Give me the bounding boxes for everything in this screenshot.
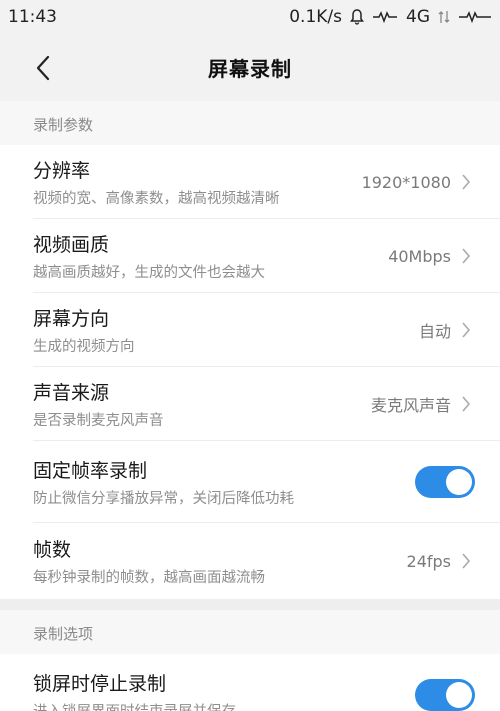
toggle-knob — [446, 469, 472, 495]
chevron-right-icon — [461, 394, 475, 414]
setting-row-screen-orientation[interactable]: 屏幕方向 生成的视频方向 自动 — [0, 293, 500, 367]
chevron-right-icon — [461, 551, 475, 571]
chevron-right-icon — [461, 320, 475, 340]
section-header-record-options: 录制选项 — [0, 610, 500, 654]
setting-row-fixed-frame-rate: 固定帧率录制 防止微信分享播放异常，关闭后降低功耗 — [0, 441, 500, 523]
setting-row-frame-count[interactable]: 帧数 每秒钟录制的帧数，越高画面越流畅 24fps — [0, 523, 500, 599]
fixed-frame-rate-toggle[interactable] — [415, 466, 475, 498]
data-transfer-icon — [438, 9, 450, 25]
network-speed: 0.1K/s — [289, 6, 342, 27]
setting-subtitle: 每秒钟录制的帧数，越高画面越流畅 — [33, 570, 265, 586]
stop-on-lock-toggle[interactable] — [415, 679, 475, 711]
back-button[interactable] — [28, 53, 58, 83]
toggle-knob — [446, 682, 472, 708]
chevron-right-icon — [461, 246, 475, 266]
setting-subtitle: 越高画质越好，生成的文件也会越大 — [33, 265, 265, 281]
setting-title: 帧数 — [33, 539, 72, 561]
app-header: 屏幕录制 — [0, 33, 500, 101]
setting-title: 锁屏时停止录制 — [33, 673, 167, 695]
setting-title: 分辨率 — [33, 160, 91, 182]
setting-subtitle: 是否录制麦克风声音 — [33, 413, 164, 429]
setting-value: 1920*1080 — [361, 172, 451, 192]
setting-row-audio-source[interactable]: 声音来源 是否录制麦克风声音 麦克风声音 — [0, 367, 500, 441]
setting-title: 固定帧率录制 — [33, 460, 148, 482]
chevron-left-icon — [36, 55, 50, 81]
section-header-record-params: 录制参数 — [0, 101, 500, 145]
signal-wave-icon — [372, 10, 398, 24]
bell-icon — [350, 8, 364, 25]
setting-row-resolution[interactable]: 分辨率 视频的宽、高像素数，越高视频越清晰 1920*1080 — [0, 145, 500, 219]
setting-value: 麦克风声音 — [370, 396, 451, 415]
setting-title: 视频画质 — [33, 234, 110, 256]
setting-subtitle: 进入锁屏界面时结束录屏并保存 — [33, 700, 236, 711]
setting-title: 声音来源 — [33, 382, 110, 404]
battery-icon — [458, 10, 492, 24]
setting-value: 自动 — [418, 322, 451, 341]
status-time: 11:43 — [8, 6, 57, 27]
status-icons: 0.1K/s 4G — [289, 7, 492, 27]
record-options-list: 锁屏时停止录制 进入锁屏界面时结束录屏并保存 — [0, 654, 500, 711]
setting-subtitle: 视频的宽、高像素数，越高视频越清晰 — [33, 191, 280, 207]
section-divider — [0, 599, 500, 610]
record-params-list: 分辨率 视频的宽、高像素数，越高视频越清晰 1920*1080 视频画质 越高画… — [0, 145, 500, 599]
network-type: 4G — [406, 6, 430, 27]
setting-row-stop-on-lock: 锁屏时停止录制 进入锁屏界面时结束录屏并保存 — [0, 654, 500, 711]
setting-value: 40Mbps — [388, 246, 451, 266]
setting-title: 屏幕方向 — [33, 308, 110, 330]
setting-subtitle: 生成的视频方向 — [33, 339, 135, 355]
chevron-right-icon — [461, 172, 475, 192]
setting-subtitle: 防止微信分享播放异常，关闭后降低功耗 — [33, 491, 294, 507]
status-bar: 11:43 0.1K/s 4G — [0, 0, 500, 33]
setting-row-video-quality[interactable]: 视频画质 越高画质越好，生成的文件也会越大 40Mbps — [0, 219, 500, 293]
setting-value: 24fps — [406, 551, 451, 571]
page-title: 屏幕录制 — [208, 56, 292, 81]
